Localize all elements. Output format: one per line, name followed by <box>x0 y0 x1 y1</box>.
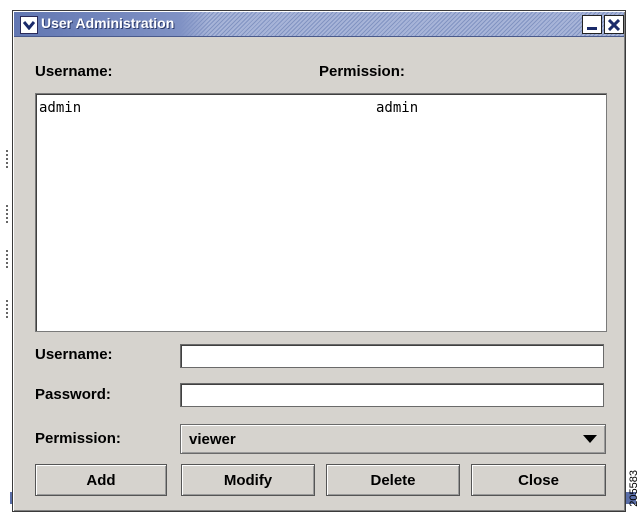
window-title: User Administration <box>41 15 175 31</box>
figure-code: 205583 <box>628 470 640 507</box>
user-administration-window: User Administration Username: Permission… <box>12 10 626 512</box>
permission-select[interactable]: viewer <box>180 424 606 454</box>
password-field[interactable] <box>180 383 604 407</box>
title-bar[interactable]: User Administration <box>14 12 624 37</box>
user-list[interactable]: admin admin <box>35 93 607 332</box>
minimize-icon <box>587 26 597 30</box>
close-button[interactable]: Close <box>471 464 606 496</box>
close-window-button[interactable] <box>604 15 624 34</box>
minimize-button[interactable] <box>582 15 602 34</box>
permission-selected-value: viewer <box>189 431 236 448</box>
permission-column-header: Permission: <box>319 63 405 80</box>
username-label: Username: <box>35 346 113 363</box>
delete-button[interactable]: Delete <box>326 464 460 496</box>
username-column-header: Username: <box>35 63 113 80</box>
modify-button[interactable]: Modify <box>181 464 315 496</box>
close-icon <box>608 18 620 31</box>
permission-label: Permission: <box>35 430 121 447</box>
dropdown-arrow-icon <box>583 435 597 443</box>
add-button[interactable]: Add <box>35 464 167 496</box>
window-menu-button[interactable] <box>20 16 38 34</box>
list-item-permission: admin <box>376 100 419 116</box>
chevron-down-icon <box>23 21 35 30</box>
list-item-username: admin <box>39 100 82 116</box>
password-label: Password: <box>35 386 111 403</box>
username-field[interactable] <box>180 344 604 368</box>
